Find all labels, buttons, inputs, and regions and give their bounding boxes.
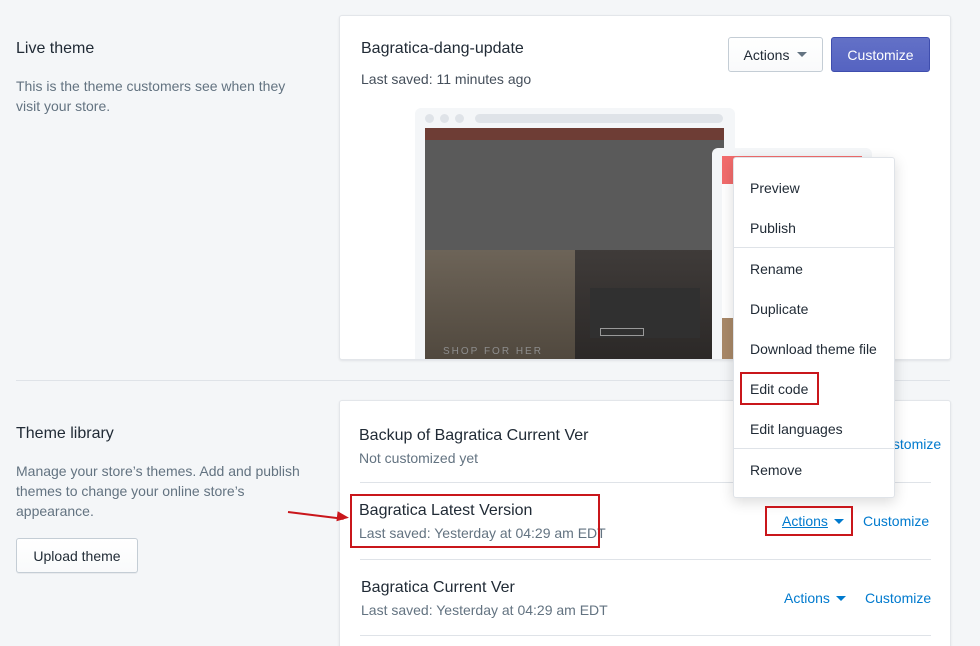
menu-item-remove[interactable]: Remove — [750, 462, 802, 478]
row-divider — [360, 559, 931, 560]
menu-item-edit-languages[interactable]: Edit languages — [750, 421, 843, 437]
window-dot-icon — [425, 114, 434, 123]
actions-highlight — [765, 506, 853, 536]
theme-library-heading: Theme library — [16, 425, 114, 442]
menu-divider — [734, 247, 894, 248]
live-theme-title: Bagratica-dang-update — [361, 40, 524, 57]
theme-library-description-line-1: Manage your store’s themes. Add and publ… — [16, 463, 300, 479]
live-theme-description-line-1: This is the theme customers see when the… — [16, 78, 286, 94]
theme-customize-link[interactable]: Customize — [865, 590, 931, 606]
window-dot-icon — [440, 114, 449, 123]
menu-item-download-theme-file[interactable]: Download theme file — [750, 341, 877, 357]
theme-actions-link[interactable]: Actions — [784, 590, 846, 606]
menu-item-publish[interactable]: Publish — [750, 220, 796, 236]
arrow-head-icon — [336, 511, 350, 523]
menu-divider — [734, 448, 894, 449]
menu-item-rename[interactable]: Rename — [750, 261, 803, 277]
theme-subtitle: Last saved: Yesterday at 04:29 am EDT — [361, 602, 608, 618]
annotation-arrow — [287, 511, 344, 520]
actions-menu: Preview Publish Rename Duplicate Downloa… — [733, 157, 895, 498]
theme-customize-link[interactable]: Customize — [863, 513, 929, 529]
menu-item-preview[interactable]: Preview — [750, 180, 800, 196]
preview-shop-text: SHOP FOR HER — [443, 346, 543, 357]
live-theme-last-saved: Last saved: 11 minutes ago — [361, 71, 532, 87]
theme-subtitle: Not customized yet — [359, 450, 479, 466]
actions-link-label: Actions — [784, 590, 830, 606]
live-theme-customize-button[interactable]: Customize — [831, 37, 930, 72]
theme-library-description-line-2: themes to change your online store’s — [16, 483, 245, 499]
theme-title: Bagratica Current Ver — [361, 579, 515, 596]
live-theme-description-line-2: visit your store. — [16, 98, 111, 114]
window-dot-icon — [455, 114, 464, 123]
menu-item-duplicate[interactable]: Duplicate — [750, 301, 808, 317]
live-theme-actions-button[interactable]: Actions — [728, 37, 823, 72]
theme-library-description-line-3: appearance. — [16, 503, 94, 519]
latest-version-highlight — [350, 494, 600, 548]
live-theme-heading: Live theme — [16, 40, 95, 57]
upload-theme-button[interactable]: Upload theme — [16, 538, 138, 573]
edit-code-highlight — [740, 372, 819, 405]
preview-screen: SHOP FOR HER — [425, 128, 724, 359]
row-divider — [360, 635, 931, 636]
url-bar — [475, 114, 723, 123]
caret-down-icon — [835, 595, 846, 601]
desktop-preview: SHOP FOR HER — [415, 108, 735, 359]
theme-title: Backup of Bagratica Current Ver — [359, 427, 589, 444]
actions-button-label: Actions — [743, 46, 790, 63]
caret-down-icon — [797, 52, 808, 57]
